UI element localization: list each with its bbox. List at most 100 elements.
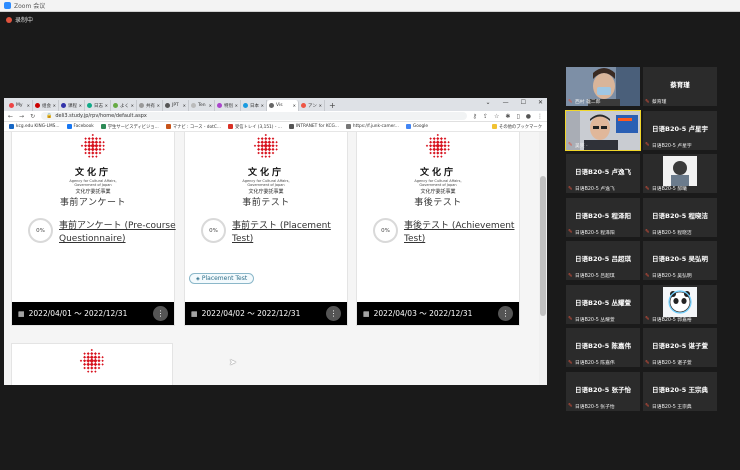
minimize-icon[interactable]: —	[503, 99, 509, 106]
participant-tile[interactable]: 日语B20-5 王宗典 ✎ 日语B20-5 王宗典	[643, 371, 717, 411]
participant-tile[interactable]: ✎ 西村 雄二郎	[566, 67, 640, 106]
tab-close-icon[interactable]: ✕	[27, 103, 30, 108]
profile-icon[interactable]: ●	[526, 113, 531, 120]
new-tab-icon[interactable]: +	[329, 101, 336, 110]
bookmark-label: Facebook	[73, 124, 94, 129]
back-icon[interactable]: ←	[8, 113, 13, 120]
course-card[interactable]: 文化庁 Agency for Cultural Affairs, Governme…	[184, 132, 348, 326]
participant-tile[interactable]: 日语B20-5 谌子萱 ✎ 日语B20-5 谌子萱	[643, 328, 717, 367]
card-title-link[interactable]: 事後テスト (Achievement Test)	[404, 220, 522, 246]
browser-tab[interactable]: よく ✕	[111, 100, 137, 111]
recording-indicator[interactable]: 录制中	[6, 15, 33, 24]
browser-tab[interactable]: 组会 ✕	[33, 100, 59, 111]
logo-name: 文化庁	[419, 168, 456, 178]
muted-mic-icon: ✎	[568, 229, 573, 235]
more-options-icon[interactable]: ⋮	[326, 306, 341, 321]
tab-close-icon[interactable]: ✕	[235, 103, 238, 108]
lock-icon: 🔒	[46, 113, 53, 119]
bookmark-item[interactable]: マナビ : コース - dotC...	[165, 124, 221, 130]
tab-close-icon[interactable]: ✕	[157, 103, 160, 108]
key-icon[interactable]: ⚷	[473, 113, 477, 120]
bookmark-item[interactable]: Google	[405, 124, 428, 129]
logo-english: Agency for Cultural Affairs, Government …	[414, 179, 462, 187]
card-title-link[interactable]: 事前テスト (Placement Test)	[232, 220, 350, 246]
participant-tile[interactable]: 日语B20-5 卢星宇 ✎ 日语B20-5 卢星宇	[643, 110, 717, 150]
participant-label: ✎ 日语B20-5 谌子萱	[645, 359, 692, 367]
bookmark-favicon-icon	[227, 124, 233, 129]
star-icon[interactable]: ☆	[494, 113, 499, 120]
muted-mic-icon: ✎	[645, 229, 650, 235]
participant-tile[interactable]: ✎ 吴笑 ·	[565, 109, 641, 151]
tab-close-icon[interactable]: ✕	[131, 103, 134, 108]
participant-tile[interactable]: 日语B20-5 丛耀萱 ✎ 日语B20-5 丛耀萱	[566, 284, 640, 324]
participant-tile[interactable]: ✎ 日语B20-5 郭嘉裕	[643, 284, 717, 324]
bookmark-favicon-icon	[345, 124, 351, 129]
course-card[interactable]: 文化庁 Agency for Cultural Affairs, Governme…	[11, 132, 177, 326]
bookmark-item[interactable]: https://f.junk-camer...	[345, 124, 399, 129]
browser-tab[interactable]: Vis ✕	[267, 100, 299, 111]
bookmark-other[interactable]: その他のブックマーク	[492, 124, 542, 130]
record-icon	[6, 16, 12, 23]
bookmark-item[interactable]: 学生サービスディビジョ...	[100, 124, 159, 130]
url-field[interactable]: 🔒 deli3.study.jp/rpv/home/default.aspx	[41, 112, 467, 120]
more-options-icon[interactable]: ⋮	[498, 306, 513, 321]
participant-tile[interactable]: 日语B20-5 吕超琪 ✎ 日语B20-5 吕超琪	[566, 241, 640, 280]
participant-label: ✎ 蔡育瑾	[645, 98, 666, 106]
scrollbar-thumb[interactable]	[540, 176, 546, 316]
browser-tab[interactable]: JPT ✕	[163, 100, 189, 111]
tab-favicon-icon	[9, 103, 14, 108]
card-logo: 文化庁 Agency for Cultural Affairs, Governme…	[231, 133, 301, 195]
card-tag[interactable]: ◈ Placement Test	[189, 273, 255, 284]
tab-close-icon[interactable]: ✕	[319, 103, 322, 108]
course-card[interactable]: 文化庁 Agency for Cultural Affairs, Governme…	[356, 132, 520, 326]
reload-icon[interactable]: ↻	[30, 113, 35, 120]
maximize-icon[interactable]: ☐	[521, 99, 526, 106]
participant-tile[interactable]: ✎ 日语B20-5 郝曦	[643, 154, 717, 193]
participant-tile[interactable]: 日语B20-5 陈嘉伟 ✎ 日语B20-5 陈嘉伟	[566, 328, 640, 367]
tab-close-icon[interactable]: ✕	[293, 103, 296, 108]
participant-tile[interactable]: 日语B20-5 卢逸飞 ✎ 日语B20-5 卢逸飞	[566, 154, 640, 193]
participant-tile[interactable]: 日语B20-5 张子怡 ✎ 日语B20-5 张子怡	[566, 371, 640, 411]
sidebar-icon[interactable]: ▯	[516, 113, 519, 120]
browser-tab[interactable]: 日志 ✕	[85, 100, 111, 111]
zoom-logo-icon	[4, 2, 11, 9]
browser-tab[interactable]: My ✕	[7, 100, 33, 111]
tab-close-icon[interactable]: ✕	[79, 103, 82, 108]
bookmark-item[interactable]: 受信トレイ (3,151) - ...	[227, 124, 282, 130]
tab-favicon-icon	[243, 103, 248, 108]
browser-tab[interactable]: Ten ✕	[189, 100, 215, 111]
browser-tab[interactable]: アン ✕	[299, 100, 325, 111]
browser-tab[interactable]: 日本 ✕	[241, 100, 267, 111]
participant-label-text: 西村 雄二郎	[575, 100, 601, 105]
extensions-icon[interactable]: ✱	[505, 113, 510, 120]
bookmark-item[interactable]: kcg.edu KING-LMS...	[9, 124, 60, 129]
browser-tab[interactable]: 特別 ✕	[215, 100, 241, 111]
course-card-partial[interactable]	[11, 343, 173, 385]
participant-tile[interactable]: 日语B20-5 吴弘明 ✎ 日语B20-5 吴弘明	[643, 241, 717, 280]
tab-close-icon[interactable]: ✕	[183, 103, 186, 108]
tab-close-icon[interactable]: ✕	[105, 103, 108, 108]
browser-tab[interactable]: 共有 ✕	[137, 100, 163, 111]
share-icon[interactable]: ⇪	[483, 113, 488, 120]
bookmark-other-label: その他のブックマーク	[499, 124, 542, 130]
participant-name: 日语B20-5 吴弘明	[652, 255, 708, 263]
tab-favicon-icon	[35, 103, 40, 108]
bookmark-item[interactable]: Facebook	[66, 124, 94, 129]
page-scrollbar[interactable]	[539, 132, 547, 385]
browser-tab[interactable]: 课程 ✕	[59, 100, 85, 111]
tab-close-icon[interactable]: ✕	[261, 103, 264, 108]
more-options-icon[interactable]: ⋮	[153, 306, 168, 321]
menu-icon[interactable]: ⋮	[537, 113, 543, 120]
close-window-icon[interactable]: ✕	[538, 99, 543, 106]
card-title-link[interactable]: 事前アンケート (Pre-course Questionnaire)	[59, 220, 177, 246]
participant-tile[interactable]: 日语B20-5 程晓洁 ✎ 日语B20-5 程晓洁	[643, 197, 717, 237]
tab-search-icon[interactable]: ⌄	[486, 99, 491, 106]
participant-label-text: 日语B20-5 吕超琪	[575, 274, 615, 279]
participant-tile[interactable]: 蔡育瑾 ✎ 蔡育瑾	[643, 67, 717, 106]
participant-tile[interactable]: 日语B20-5 程泽阳 ✎ 日语B20-5 程泽阳	[566, 197, 640, 237]
bookmark-item[interactable]: INTRANET for KCG...	[288, 124, 339, 129]
tab-close-icon[interactable]: ✕	[53, 103, 56, 108]
forward-icon[interactable]: →	[19, 113, 24, 120]
tab-close-icon[interactable]: ✕	[209, 103, 212, 108]
logo-subtitle: 文化庁委託事業	[75, 189, 111, 195]
